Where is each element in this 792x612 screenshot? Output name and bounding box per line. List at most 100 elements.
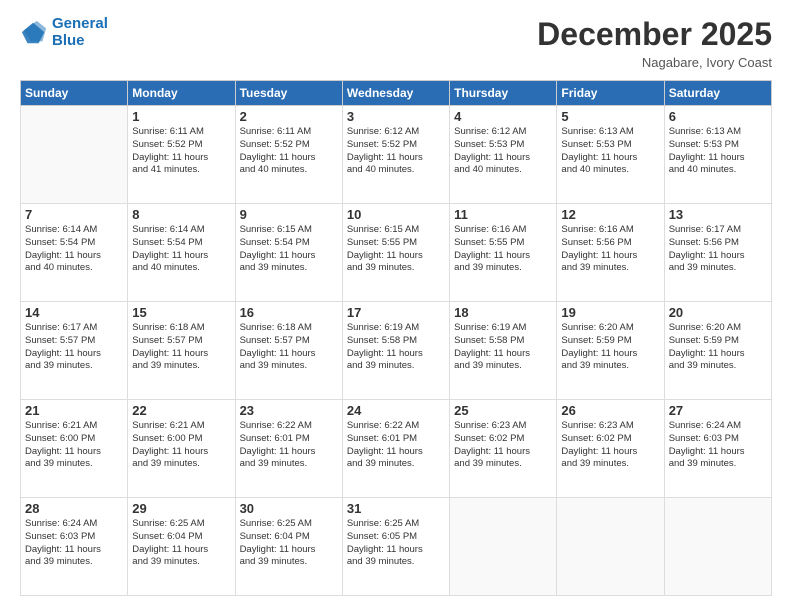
cell-info: Sunrise: 6:19 AM Sunset: 5:58 PM Dayligh… <box>347 322 445 373</box>
cell-info: Sunrise: 6:14 AM Sunset: 5:54 PM Dayligh… <box>132 224 230 275</box>
cell-info: Sunrise: 6:22 AM Sunset: 6:01 PM Dayligh… <box>240 420 338 471</box>
calendar-cell: 30 Sunrise: 6:25 AM Sunset: 6:04 PM Dayli… <box>235 498 342 596</box>
calendar-cell: 9Sunrise: 6:15 AM Sunset: 5:54 PM Daylig… <box>235 204 342 302</box>
cell-info: Sunrise: 6:21 AM Sunset: 6:00 PM Dayligh… <box>25 420 123 471</box>
cell-info: Sunrise: 6:11 AM Sunset: 5:52 PM Dayligh… <box>132 126 230 177</box>
cell-info: Sunrise: 6:23 AM Sunset: 6:02 PM Dayligh… <box>561 420 659 471</box>
weekday-header-saturday: Saturday <box>664 81 771 106</box>
calendar-cell: 17Sunrise: 6:19 AM Sunset: 5:58 PM Dayli… <box>342 302 449 400</box>
calendar-cell: 18 Sunrise: 6:19 AM Sunset: 5:58 PM Dayli… <box>450 302 557 400</box>
day-number: 21 <box>25 403 123 418</box>
cell-info: Sunrise: 6:13 AM Sunset: 5:53 PM Dayligh… <box>669 126 767 177</box>
header: General Blue December 2025 Nagabare, Ivo… <box>20 16 772 70</box>
day-number: 20 <box>669 305 767 320</box>
calendar-cell: 19 Sunrise: 6:20 AM Sunset: 5:59 PM Dayli… <box>557 302 664 400</box>
calendar-cell: 28Sunrise: 6:24 AM Sunset: 6:03 PM Dayli… <box>21 498 128 596</box>
cell-info: Sunrise: 6:13 AM Sunset: 5:53 PM Dayligh… <box>561 126 659 177</box>
day-number: 18 <box>454 305 552 320</box>
calendar-cell: 8Sunrise: 6:14 AM Sunset: 5:54 PM Daylig… <box>128 204 235 302</box>
day-number: 13 <box>669 207 767 222</box>
day-number: 23 <box>240 403 338 418</box>
calendar-cell <box>21 106 128 204</box>
calendar-cell: 24 Sunrise: 6:22 AM Sunset: 6:01 PM Dayli… <box>342 400 449 498</box>
week-row-3: 21 Sunrise: 6:21 AM Sunset: 6:00 PM Dayli… <box>21 400 772 498</box>
calendar-cell: 21 Sunrise: 6:21 AM Sunset: 6:00 PM Dayli… <box>21 400 128 498</box>
day-number: 2 <box>240 109 338 124</box>
weekday-header-friday: Friday <box>557 81 664 106</box>
calendar-cell <box>450 498 557 596</box>
cell-info: Sunrise: 6:20 AM Sunset: 5:59 PM Dayligh… <box>561 322 659 373</box>
calendar-cell: 27 Sunrise: 6:24 AM Sunset: 6:03 PM Dayli… <box>664 400 771 498</box>
cell-info: Sunrise: 6:19 AM Sunset: 5:58 PM Dayligh… <box>454 322 552 373</box>
cell-info: Sunrise: 6:12 AM Sunset: 5:52 PM Dayligh… <box>347 126 445 177</box>
weekday-header-tuesday: Tuesday <box>235 81 342 106</box>
cell-info: Sunrise: 6:18 AM Sunset: 5:57 PM Dayligh… <box>132 322 230 373</box>
calendar-cell: 29Sunrise: 6:25 AM Sunset: 6:04 PM Dayli… <box>128 498 235 596</box>
calendar-cell: 12Sunrise: 6:16 AM Sunset: 5:56 PM Dayli… <box>557 204 664 302</box>
logo-icon <box>20 19 48 47</box>
cell-info: Sunrise: 6:24 AM Sunset: 6:03 PM Dayligh… <box>669 420 767 471</box>
day-number: 25 <box>454 403 552 418</box>
week-row-2: 14Sunrise: 6:17 AM Sunset: 5:57 PM Dayli… <box>21 302 772 400</box>
day-number: 19 <box>561 305 659 320</box>
calendar-cell: 7 Sunrise: 6:14 AM Sunset: 5:54 PM Daylig… <box>21 204 128 302</box>
day-number: 11 <box>454 207 552 222</box>
day-number: 24 <box>347 403 445 418</box>
calendar-cell <box>664 498 771 596</box>
weekday-header-sunday: Sunday <box>21 81 128 106</box>
cell-info: Sunrise: 6:16 AM Sunset: 5:55 PM Dayligh… <box>454 224 552 275</box>
calendar-cell: 15 Sunrise: 6:18 AM Sunset: 5:57 PM Dayli… <box>128 302 235 400</box>
cell-info: Sunrise: 6:22 AM Sunset: 6:01 PM Dayligh… <box>347 420 445 471</box>
day-number: 30 <box>240 501 338 516</box>
cell-info: Sunrise: 6:17 AM Sunset: 5:56 PM Dayligh… <box>669 224 767 275</box>
day-number: 5 <box>561 109 659 124</box>
cell-info: Sunrise: 6:12 AM Sunset: 5:53 PM Dayligh… <box>454 126 552 177</box>
cell-info: Sunrise: 6:18 AM Sunset: 5:57 PM Dayligh… <box>240 322 338 373</box>
calendar-cell: 16 Sunrise: 6:18 AM Sunset: 5:57 PM Dayli… <box>235 302 342 400</box>
cell-info: Sunrise: 6:11 AM Sunset: 5:52 PM Dayligh… <box>240 126 338 177</box>
day-number: 27 <box>669 403 767 418</box>
cell-info: Sunrise: 6:23 AM Sunset: 6:02 PM Dayligh… <box>454 420 552 471</box>
day-number: 10 <box>347 207 445 222</box>
cell-info: Sunrise: 6:14 AM Sunset: 5:54 PM Dayligh… <box>25 224 123 275</box>
logo-text: General Blue <box>52 16 108 49</box>
calendar-cell: 6 Sunrise: 6:13 AM Sunset: 5:53 PM Daylig… <box>664 106 771 204</box>
cell-info: Sunrise: 6:25 AM Sunset: 6:04 PM Dayligh… <box>240 518 338 569</box>
calendar-table: SundayMondayTuesdayWednesdayThursdayFrid… <box>20 80 772 596</box>
calendar-cell: 23 Sunrise: 6:22 AM Sunset: 6:01 PM Dayli… <box>235 400 342 498</box>
calendar-cell: 10 Sunrise: 6:15 AM Sunset: 5:55 PM Dayli… <box>342 204 449 302</box>
location: Nagabare, Ivory Coast <box>537 55 772 70</box>
calendar-cell: 4 Sunrise: 6:12 AM Sunset: 5:53 PM Daylig… <box>450 106 557 204</box>
day-number: 7 <box>25 207 123 222</box>
weekday-header-monday: Monday <box>128 81 235 106</box>
day-number: 3 <box>347 109 445 124</box>
weekday-header-thursday: Thursday <box>450 81 557 106</box>
logo: General Blue <box>20 16 108 49</box>
week-row-0: 1Sunrise: 6:11 AM Sunset: 5:52 PM Daylig… <box>21 106 772 204</box>
cell-info: Sunrise: 6:17 AM Sunset: 5:57 PM Dayligh… <box>25 322 123 373</box>
calendar-cell: 31Sunrise: 6:25 AM Sunset: 6:05 PM Dayli… <box>342 498 449 596</box>
day-number: 15 <box>132 305 230 320</box>
day-number: 16 <box>240 305 338 320</box>
day-number: 29 <box>132 501 230 516</box>
cell-info: Sunrise: 6:15 AM Sunset: 5:54 PM Dayligh… <box>240 224 338 275</box>
calendar-cell: 1Sunrise: 6:11 AM Sunset: 5:52 PM Daylig… <box>128 106 235 204</box>
calendar-cell: 11 Sunrise: 6:16 AM Sunset: 5:55 PM Dayli… <box>450 204 557 302</box>
day-number: 4 <box>454 109 552 124</box>
cell-info: Sunrise: 6:15 AM Sunset: 5:55 PM Dayligh… <box>347 224 445 275</box>
week-row-4: 28Sunrise: 6:24 AM Sunset: 6:03 PM Dayli… <box>21 498 772 596</box>
day-number: 22 <box>132 403 230 418</box>
cell-info: Sunrise: 6:24 AM Sunset: 6:03 PM Dayligh… <box>25 518 123 569</box>
calendar-cell: 13 Sunrise: 6:17 AM Sunset: 5:56 PM Dayli… <box>664 204 771 302</box>
title-block: December 2025 Nagabare, Ivory Coast <box>537 16 772 70</box>
calendar-cell: 26Sunrise: 6:23 AM Sunset: 6:02 PM Dayli… <box>557 400 664 498</box>
cell-info: Sunrise: 6:25 AM Sunset: 6:05 PM Dayligh… <box>347 518 445 569</box>
day-number: 6 <box>669 109 767 124</box>
calendar-cell: 25 Sunrise: 6:23 AM Sunset: 6:02 PM Dayli… <box>450 400 557 498</box>
weekday-header-wednesday: Wednesday <box>342 81 449 106</box>
cell-info: Sunrise: 6:20 AM Sunset: 5:59 PM Dayligh… <box>669 322 767 373</box>
calendar-cell: 14Sunrise: 6:17 AM Sunset: 5:57 PM Dayli… <box>21 302 128 400</box>
calendar-cell: 3 Sunrise: 6:12 AM Sunset: 5:52 PM Daylig… <box>342 106 449 204</box>
calendar-cell: 2 Sunrise: 6:11 AM Sunset: 5:52 PM Daylig… <box>235 106 342 204</box>
calendar-cell: 22Sunrise: 6:21 AM Sunset: 6:00 PM Dayli… <box>128 400 235 498</box>
